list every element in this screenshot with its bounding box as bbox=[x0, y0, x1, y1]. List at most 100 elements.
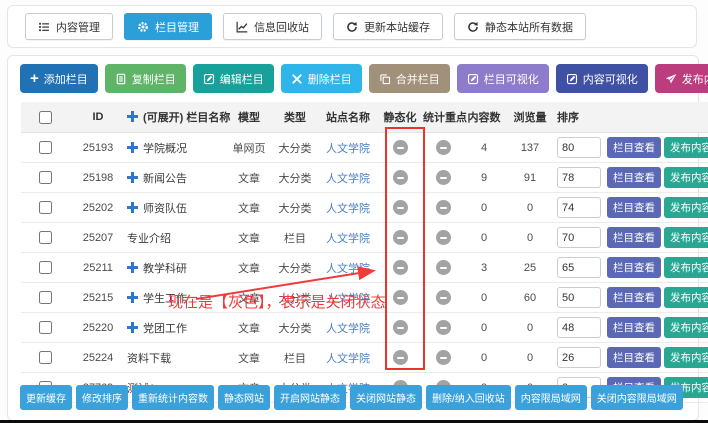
top-tab-static-all-site-data[interactable]: 静态本站所有数据 bbox=[454, 13, 586, 40]
content-lan-limit-button[interactable]: 内容限局域网 bbox=[515, 385, 587, 410]
action-toolbar: +添加栏目复制栏目编辑栏目删除栏目合并栏目栏目可视化内容可视化发布内容查看动态查… bbox=[8, 56, 698, 102]
action-label: 栏目可视化 bbox=[484, 71, 539, 87]
column-view-button[interactable]: 栏目查看 bbox=[607, 227, 661, 248]
static-off-icon[interactable] bbox=[393, 200, 408, 215]
sort-input[interactable] bbox=[557, 317, 601, 338]
top-tab-column-management[interactable]: 栏目管理 bbox=[124, 13, 212, 40]
column-view-button[interactable]: 栏目查看 bbox=[607, 347, 661, 368]
expand-plus-icon[interactable] bbox=[127, 142, 138, 153]
publish-content-button[interactable]: 发布内容 bbox=[664, 227, 708, 248]
sort-input[interactable] bbox=[557, 197, 601, 218]
expand-plus-icon[interactable] bbox=[127, 202, 138, 213]
row-actions: 栏目查看发布内容编辑栏目 bbox=[606, 193, 708, 223]
publish-content-button[interactable]: 发布内容 bbox=[664, 197, 708, 218]
column-view-button[interactable]: 栏目查看 bbox=[607, 167, 661, 188]
publish-content-button[interactable]: 发布内容 bbox=[664, 287, 708, 308]
add-column-button[interactable]: +添加栏目 bbox=[20, 64, 98, 93]
top-tab-label: 静态本站所有数据 bbox=[485, 19, 573, 35]
publish-content-button[interactable]: 发布内容 bbox=[664, 167, 708, 188]
column-view-button[interactable]: 栏目查看 bbox=[607, 317, 661, 338]
disable-site-static-button[interactable]: 关闭网站静态 bbox=[350, 385, 422, 410]
top-tab-info-recycle-bin[interactable]: 信息回收站 bbox=[223, 13, 322, 40]
static-site-button[interactable]: 静态网站 bbox=[218, 385, 270, 410]
column-view-button[interactable]: 栏目查看 bbox=[607, 197, 661, 218]
row-checkbox[interactable] bbox=[39, 141, 52, 154]
column-view-button[interactable]: 栏目查看 bbox=[607, 257, 661, 278]
static-off-icon[interactable] bbox=[393, 350, 408, 365]
stat-off-icon[interactable] bbox=[436, 260, 451, 275]
row-checkbox[interactable] bbox=[39, 201, 52, 214]
site-link[interactable]: 人文学院 bbox=[326, 203, 370, 215]
publish-content-button[interactable]: 发布内容 bbox=[664, 317, 708, 338]
row-checkbox[interactable] bbox=[39, 291, 52, 304]
merge-icon bbox=[379, 73, 391, 85]
site-link[interactable]: 人文学院 bbox=[326, 293, 370, 305]
stat-off-icon[interactable] bbox=[436, 170, 451, 185]
top-tab-content-management[interactable]: 内容管理 bbox=[25, 13, 113, 40]
sort-input[interactable] bbox=[557, 167, 601, 188]
sort-input[interactable] bbox=[557, 287, 601, 308]
row-checkbox[interactable] bbox=[39, 351, 52, 364]
delete-column-button[interactable]: 删除栏目 bbox=[281, 64, 362, 93]
static-off-icon[interactable] bbox=[393, 140, 408, 155]
table-row: 25193学院概况单网页大分类人文学院4137栏目查看发布内容编辑栏目 bbox=[21, 133, 708, 163]
site-link[interactable]: 人文学院 bbox=[326, 173, 370, 185]
static-off-icon[interactable] bbox=[393, 170, 408, 185]
row-checkbox[interactable] bbox=[39, 231, 52, 244]
row-stat-cell bbox=[422, 163, 464, 193]
static-off-icon[interactable] bbox=[393, 260, 408, 275]
stat-off-icon[interactable] bbox=[436, 350, 451, 365]
column-visualize-button[interactable]: 栏目可视化 bbox=[457, 64, 549, 93]
action-label: 内容可视化 bbox=[583, 71, 638, 87]
merge-column-button[interactable]: 合并栏目 bbox=[369, 64, 450, 93]
stat-off-icon[interactable] bbox=[436, 200, 451, 215]
row-checkbox[interactable] bbox=[39, 321, 52, 334]
row-content-count: 0 bbox=[464, 313, 504, 343]
update-cache-button[interactable]: 更新缓存 bbox=[20, 385, 72, 410]
static-off-icon[interactable] bbox=[393, 320, 408, 335]
stat-off-icon[interactable] bbox=[436, 230, 451, 245]
row-checkbox[interactable] bbox=[39, 171, 52, 184]
expand-plus-icon[interactable] bbox=[127, 262, 138, 273]
publish-content-button[interactable]: 发布内容 bbox=[655, 64, 708, 93]
top-tab-update-site-cache[interactable]: 更新本站缓存 bbox=[333, 13, 443, 40]
sort-input[interactable] bbox=[557, 137, 601, 158]
gear-icon bbox=[137, 21, 149, 33]
stat-off-icon[interactable] bbox=[436, 140, 451, 155]
select-all-checkbox[interactable] bbox=[39, 111, 52, 124]
column-view-button[interactable]: 栏目查看 bbox=[607, 287, 661, 308]
header-name: (可展开) 栏目名称 bbox=[126, 102, 226, 133]
recount-content-button[interactable]: 重新统计内容数 bbox=[132, 385, 214, 410]
publish-content-button[interactable]: 发布内容 bbox=[664, 257, 708, 278]
row-actions: 栏目查看发布内容编辑栏目 bbox=[606, 163, 708, 193]
delete-to-recycle-button[interactable]: 删除/纳入回收站 bbox=[426, 385, 511, 410]
row-id: 25202 bbox=[70, 193, 126, 223]
stat-off-icon[interactable] bbox=[436, 320, 451, 335]
edit-column-button[interactable]: 编辑栏目 bbox=[193, 64, 274, 93]
row-views: 25 bbox=[504, 253, 556, 283]
site-link[interactable]: 人文学院 bbox=[326, 143, 370, 155]
site-link[interactable]: 人文学院 bbox=[326, 233, 370, 245]
static-off-icon[interactable] bbox=[393, 290, 408, 305]
site-link[interactable]: 人文学院 bbox=[326, 323, 370, 335]
column-view-button[interactable]: 栏目查看 bbox=[607, 137, 661, 158]
expand-plus-icon[interactable] bbox=[127, 172, 138, 183]
stat-off-icon[interactable] bbox=[436, 290, 451, 305]
static-off-icon[interactable] bbox=[393, 230, 408, 245]
publish-content-button[interactable]: 发布内容 bbox=[664, 347, 708, 368]
copy-column-button[interactable]: 复制栏目 bbox=[105, 64, 186, 93]
modify-sort-button[interactable]: 修改排序 bbox=[76, 385, 128, 410]
content-visualize-button[interactable]: 内容可视化 bbox=[556, 64, 648, 93]
disable-content-lan-limit-button[interactable]: 关闭内容限局域网 bbox=[591, 385, 683, 410]
sort-input[interactable] bbox=[557, 257, 601, 278]
sort-input[interactable] bbox=[557, 347, 601, 368]
sort-input[interactable] bbox=[557, 227, 601, 248]
enable-site-static-button[interactable]: 开启网站静态 bbox=[274, 385, 346, 410]
site-link[interactable]: 人文学院 bbox=[326, 263, 370, 275]
row-name-cell: 党团工作 bbox=[126, 313, 226, 343]
site-link[interactable]: 人文学院 bbox=[326, 353, 370, 365]
row-checkbox[interactable] bbox=[39, 261, 52, 274]
expand-plus-icon[interactable] bbox=[127, 292, 138, 303]
expand-plus-icon[interactable] bbox=[127, 322, 138, 333]
publish-content-button[interactable]: 发布内容 bbox=[664, 137, 708, 158]
